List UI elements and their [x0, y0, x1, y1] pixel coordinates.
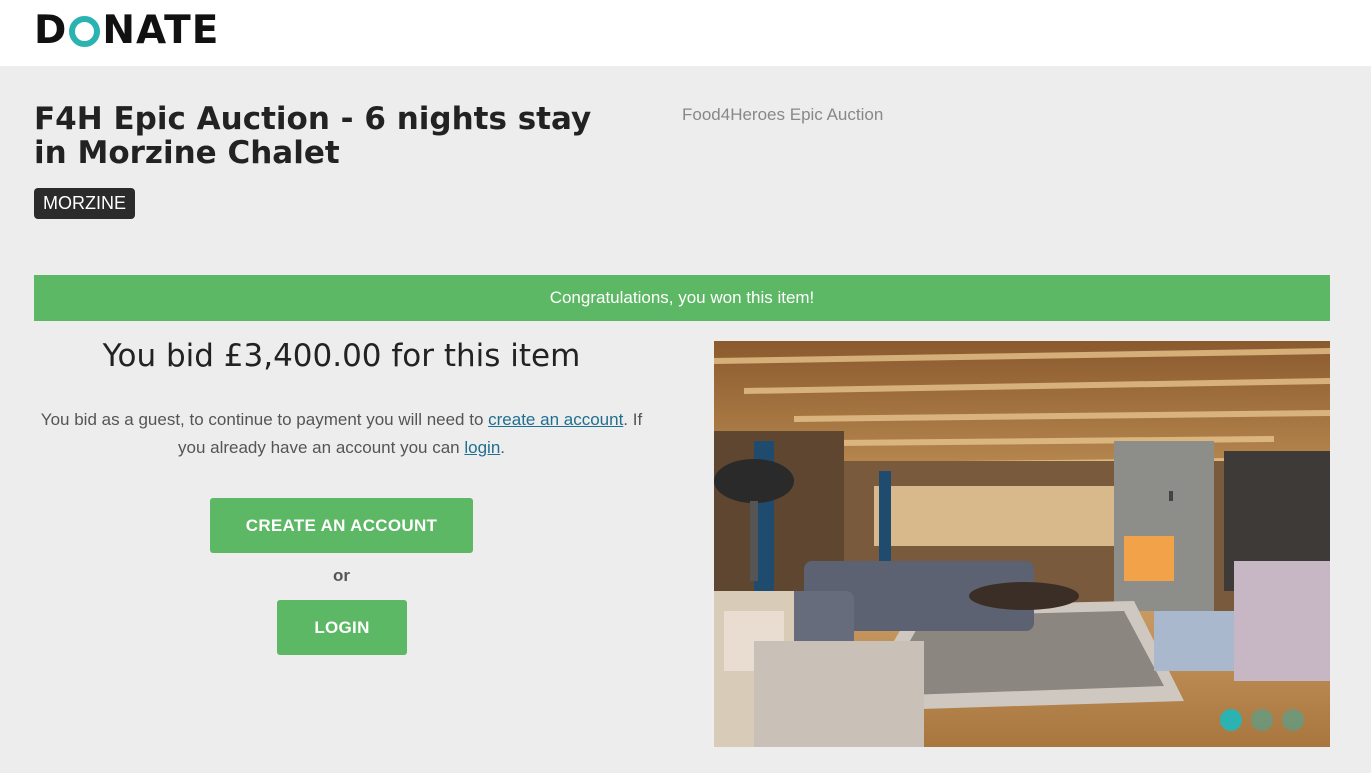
location-badge: MORZINE [34, 188, 135, 219]
guest-message: You bid as a guest, to continue to payme… [34, 406, 649, 462]
top-bar: D NATE [0, 0, 1371, 66]
login-link[interactable]: login [464, 438, 500, 457]
chalet-living-room-photo [714, 341, 1330, 747]
guest-text-3: . [500, 438, 506, 457]
carousel-dot-1[interactable] [1220, 709, 1242, 731]
win-banner: Congratulations, you won this item! [34, 275, 1330, 321]
logo-letters-nate: NATE [102, 8, 220, 53]
image-carousel[interactable] [714, 341, 1330, 747]
logo-letter-d: D [34, 8, 68, 53]
or-separator: or [333, 566, 350, 585]
carousel-dot-3[interactable] [1282, 709, 1304, 731]
auction-name: Food4Heroes Epic Auction [682, 105, 884, 124]
logo-o-ring [69, 15, 101, 47]
donate-logo[interactable]: D NATE [34, 10, 219, 52]
login-button[interactable]: LOGIN [277, 600, 407, 655]
item-title: F4H Epic Auction - 6 nights stay in Morz… [34, 101, 592, 171]
create-account-link[interactable]: create an account [488, 410, 623, 429]
guest-text-1: You bid as a guest, to continue to payme… [40, 410, 489, 429]
carousel-dots [1220, 709, 1304, 731]
carousel-dot-2[interactable] [1251, 709, 1273, 731]
bid-amount-heading: You bid £3,400.00 for this item [102, 338, 581, 374]
create-account-button[interactable]: CREATE AN ACCOUNT [210, 498, 473, 553]
